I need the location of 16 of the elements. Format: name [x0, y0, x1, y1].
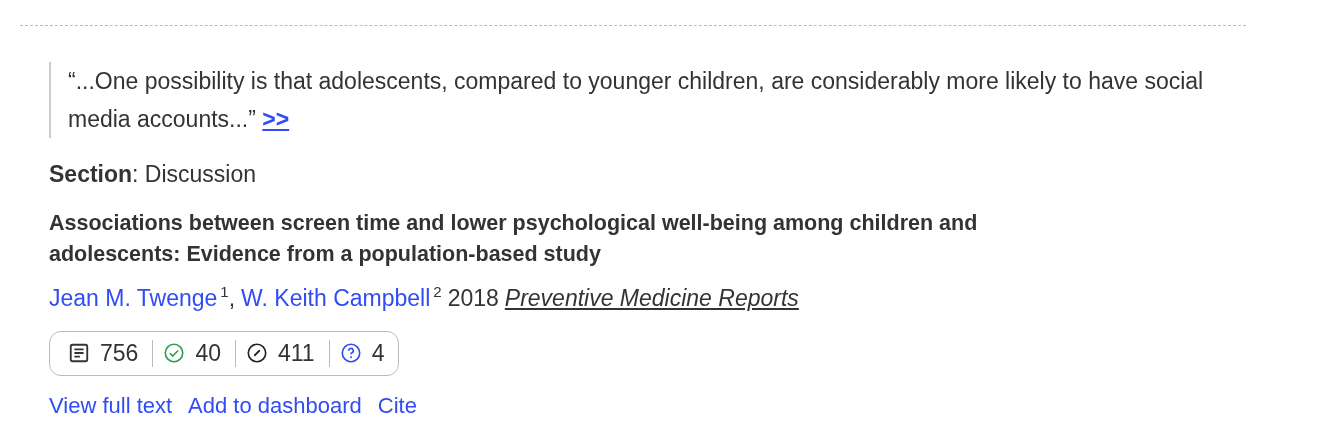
- section-label: Section: Discussion: [49, 160, 258, 188]
- publication-year: 2018: [447, 283, 499, 313]
- citation-count: 4: [371, 339, 385, 367]
- paper-title: Associations between screen time and lower psychological well-being among children and adolescents: Evidence from a population-based study: [49, 210, 979, 268]
- quote-text: “...One possibility is that adolescents, compared to younger children, are considerably more likely to have social media accounts...” >>: [49, 62, 1218, 138]
- action-link[interactable]: Cite: [377, 391, 417, 420]
- journal-link[interactable]: Preventive Medicine Reports: [504, 282, 799, 313]
- separator-text: ,: [228, 283, 236, 313]
- citation-count: 411: [277, 339, 315, 367]
- action-link[interactable]: Add to dashboard: [188, 391, 362, 420]
- author-link[interactable]: Jean M. Twenge$^{1}$: [49, 277, 229, 313]
- read-more-link[interactable]: >>: [262, 106, 290, 132]
- citation-count: 756: [100, 339, 139, 367]
- author-link[interactable]: W. Keith Campbell$^{2}$: [241, 277, 442, 313]
- action-link[interactable]: View full text: [49, 391, 173, 420]
- citation-count: 40: [195, 339, 221, 367]
